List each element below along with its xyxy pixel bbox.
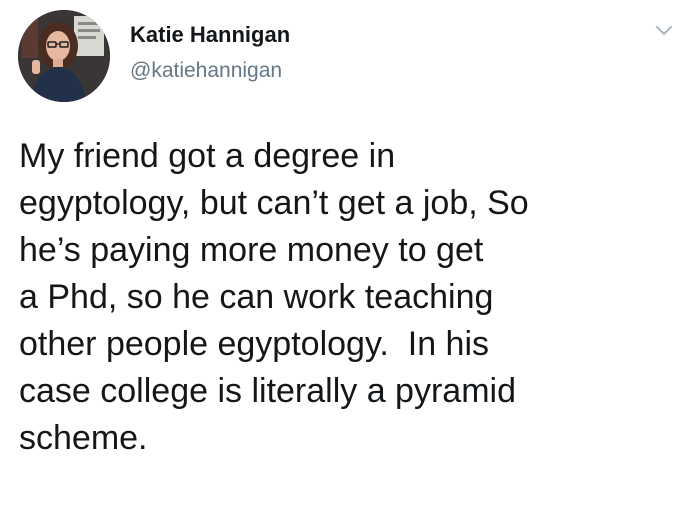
profile-photo-icon [18, 10, 110, 102]
author-handle[interactable]: @katiehannigan [130, 59, 282, 83]
tweet-card: Katie Hannigan @katiehannigan My friend … [0, 0, 700, 517]
tweet-text-line: other people egyptology. In his [19, 325, 490, 363]
tweet-text-line: scheme. [19, 419, 148, 457]
tweet-text-line: case college is literally a pyramid [19, 372, 516, 410]
author-display-name[interactable]: Katie Hannigan [130, 22, 290, 48]
chevron-down-icon[interactable] [654, 24, 674, 38]
tweet-text-line: My friend got a degree in [19, 137, 396, 175]
tweet-text-line: egyptology, but can’t get a job, So [19, 184, 529, 222]
tweet-text-line: he’s paying more money to get [19, 231, 484, 269]
tweet-text-line: a Phd, so he can work teaching [19, 278, 494, 316]
tweet-text: My friend got a degree in egyptology, bu… [19, 133, 689, 462]
avatar[interactable] [18, 10, 110, 102]
